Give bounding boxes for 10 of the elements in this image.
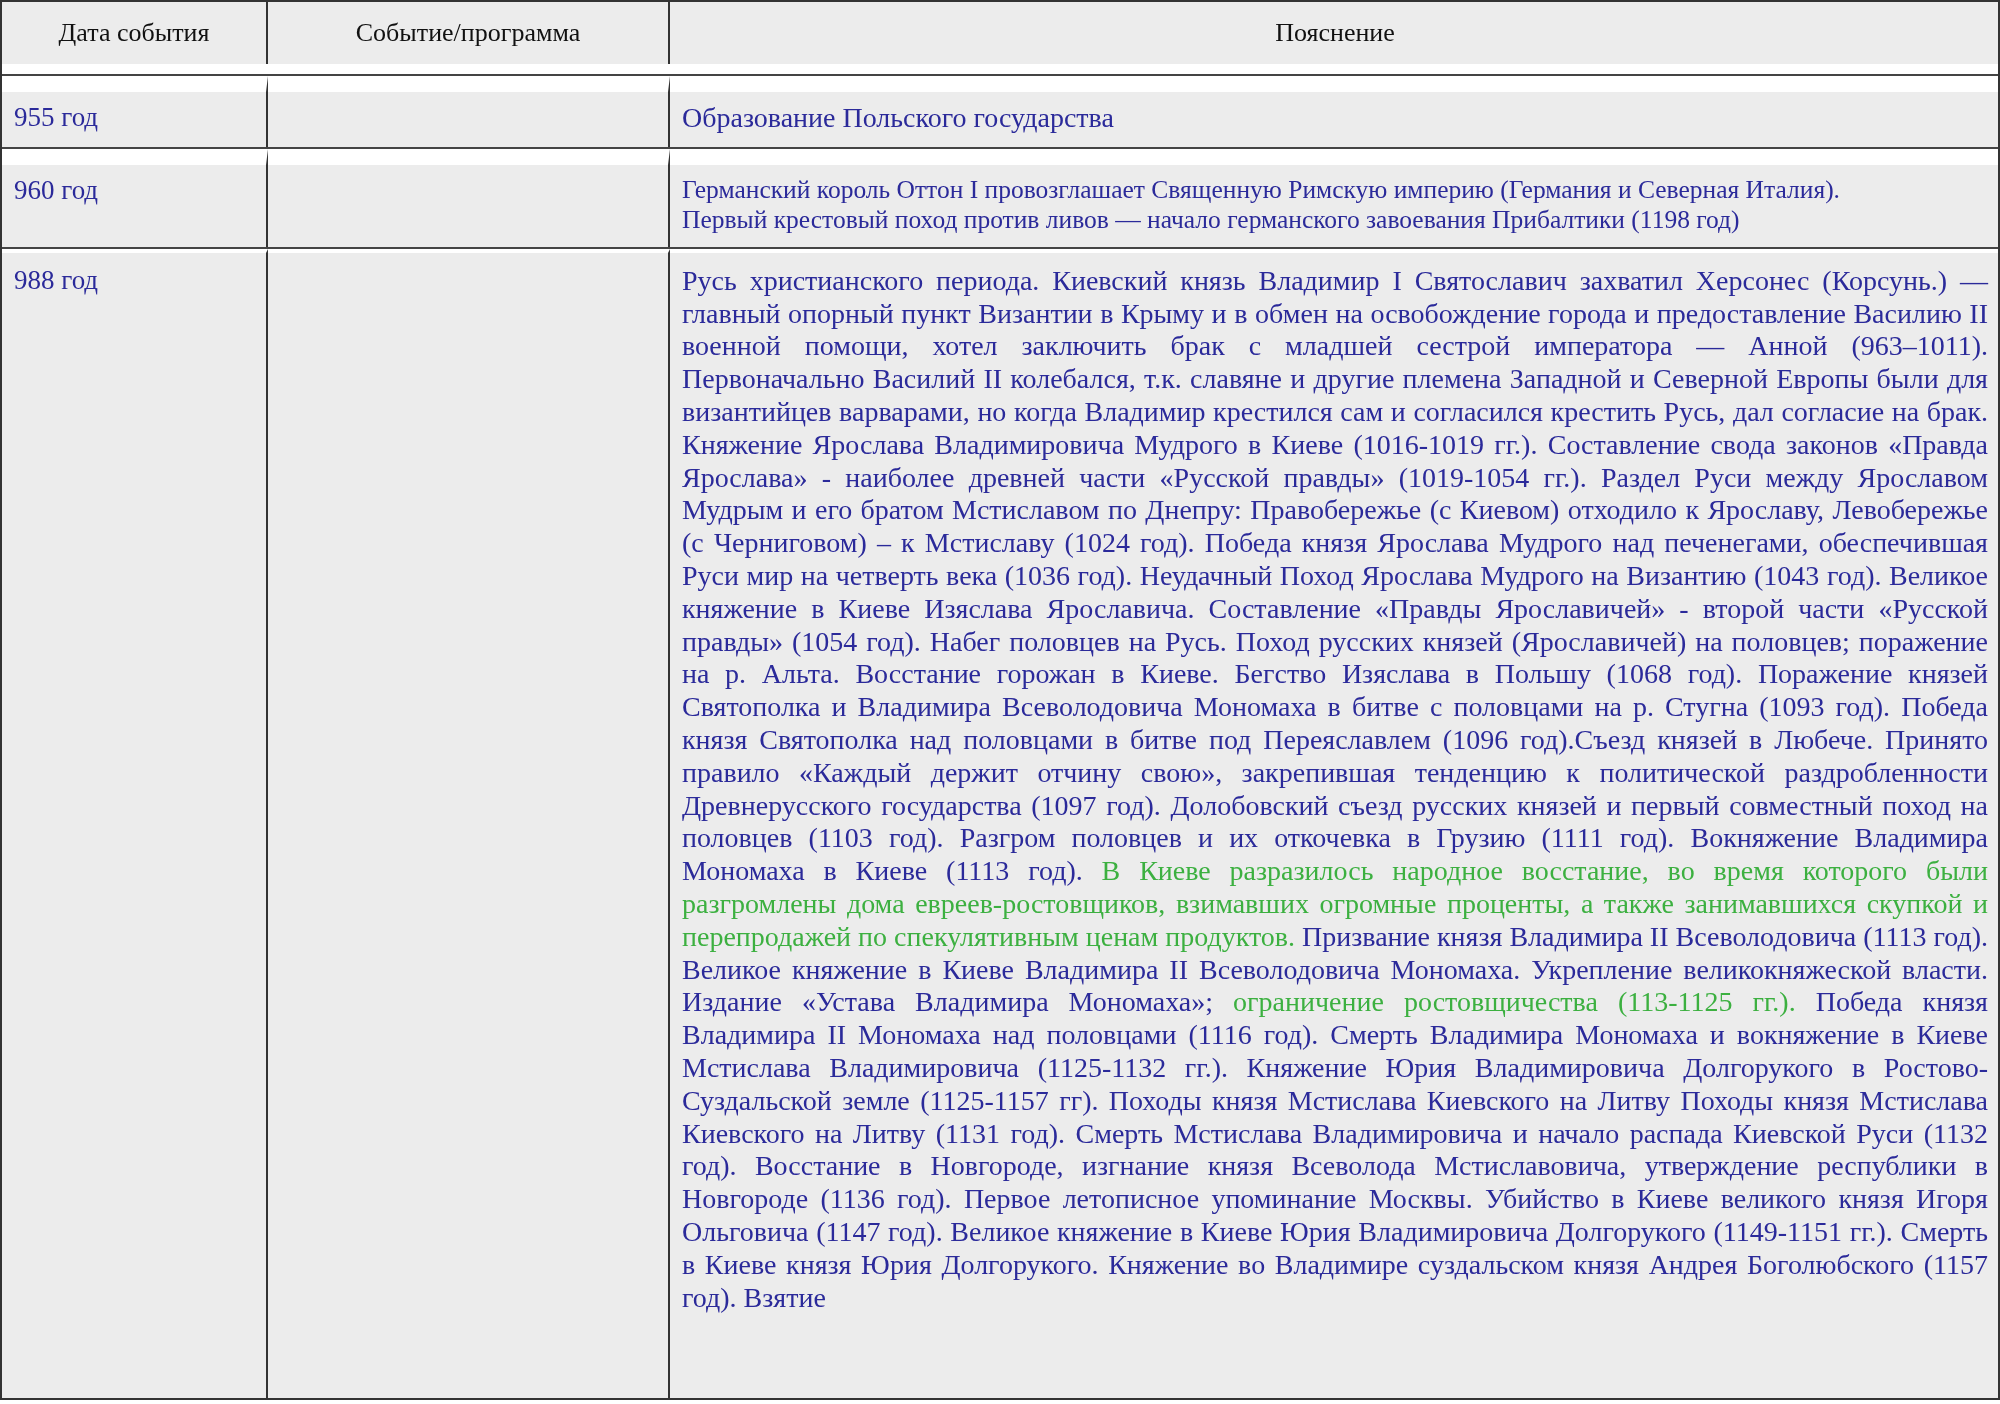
column-header: Дата события [2,2,268,64]
explanation-text: Русь христианского периода. Киевский князь Владимир I Святославич захватил Херсонес (Корсунь.) — главный опорный пункт Византии в Крыму и в обмен на освобождение города и предоставление Василию II военной помощи, хотел заключить брак с младшей сестрой императора — Анной (963–1011). Первоначально Василий II колебался, т.к. славяне и другие племена Западной и Северной Европы были для византийцев варварами, но когда Владимир крестился сам и согласился крестить Русь, дал согласие на брак. Княжение Ярослава Владимировича Мудрого в Киеве (1016-1019 гг.). Составление свода законов «Правда Ярослава» - наиболее древней части «Русской правды» (1019-1054 гг.). Раздел Руси между Ярославом Мудрым и его братом Мстиславом по Днепру: Правобережье (с Киевом) отходило к Ярославу, Левобережье (с Черниговом) – к Мстиславу (1024 год). Победа князя Ярослава Мудрого над печенегами, обеспечившая Руси мир на четверть века (1036 год). Неудачный Поход Ярослава Мудрого на Византию (1043 год). Великое княжение в Киеве Изяслава Ярославича. Составление «Правды Ярославичей» - второй части «Русской правды» (1054 год). Набег половцев на Русь. Поход русских князей (Ярославичей) на половцев; поражение на р. Альта. Восстание горожан в Киеве. Бегство Изяслава в Польшу (1068 год). Поражение князей Святополка и Владимира Всеволодовича Мономаха в битве с половцами на р. Стугна (1093 год). Победа князя Святополка над половцами в битве под Переяславлем (1096 год).Съезд князей в Любече. Принято правило «Каждый держит отчину свою», закрепившая тенденцию к политической раздробленности Древнерусского государства (1097 год). Долобовский съезд русских князей и первый совместный поход на половцев (1103 год). Разгром половцев и их откочевка в Грузию (1111 год). Вокняжение Владимира Мономаха в Киеве (1113 год). В Киеве разразилось народное восстание, во время которого были разгромлены дома евреев-ростовщиков, взимавших огромные проценты, а также занимавшихся скупкой и перепродажей по спекулятивным ценам продуктов. Призвание князя Владимира II Всеволодовича (1113 год). Великое княжение в Киеве Владимира II Всеволодовича Мономаха. Укрепление великокняжеской власти. Издание «Устава Владимира Мономаха»; ограничение ростовщичества (113-1125 гг.). Победа князя Владимира II Мономаха над половцами (1116 год). Смерть Владимира Мономаха и вокняжение в Киеве Мстислава Владимировича (1125-1132 гг.). Княжение Юрия Владимировича Долгорукого в Ростово-Суздальской земле (1125-1157 гг). Походы князя Мстислава Киевского на Литву Походы князя Мстислава Киевского на Литву (1131 год). Смерть Мстислава Владимировича и начало распада Киевской Руси (1132 год). Восстание в Новгороде, изгнание князя Всеволода Мстиславовича, утверждение республики в Новгороде (1136 год). Первое летописное упоминание Москвы. Убийство в Киеве великого князя Игоря Ольговича (1147 год). Великое княжение в Киеве Юрия Владимировича Долгорукого (1149-1151 гг.). Смерть в Киеве князя Юрия Долгорукого. Княжение во Владимире суздальском князя Андрея Боголюбского (1157 год). Взятие [682,264,1988,1315]
event-date: 988 год [14,264,99,295]
explanation-text: Германский король Оттон I провозглашает Священную Римскую империю (Германия и Северная Италия). [682,174,1841,205]
column-header: Событие/программа [268,2,670,64]
event-date: 960 год [14,174,99,205]
column-header: Пояснение [1274,17,1396,49]
event-date: 955 год [14,102,99,132]
explanation-text: Образование Польского государства [682,102,1115,135]
explanation-text: Первый крестовый поход против ливов — начало германского завоевания Прибалтики (1198 год) [682,204,1741,235]
